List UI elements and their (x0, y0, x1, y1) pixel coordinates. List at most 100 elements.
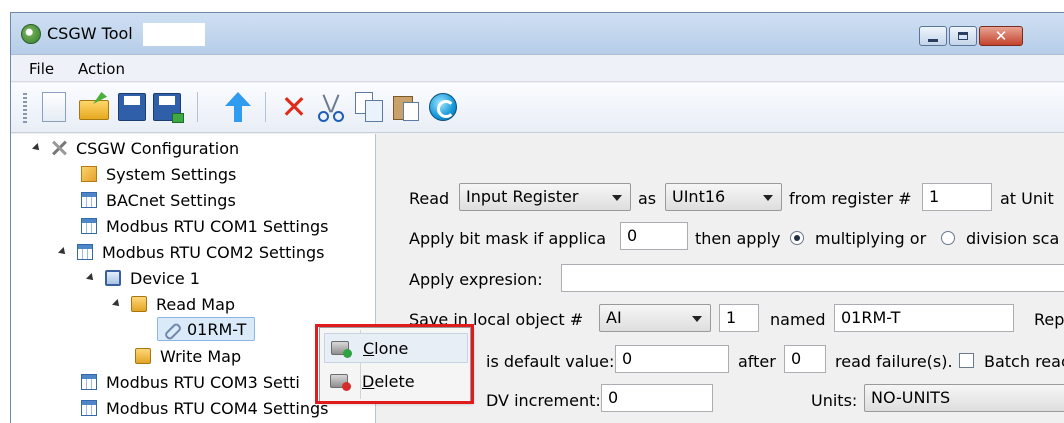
tree-item-01rm-t[interactable]: 01RM-T (157, 317, 256, 341)
tree-item-label: Device 1 (130, 268, 200, 288)
minimize-button[interactable] (919, 26, 947, 46)
collapse-arrow-icon[interactable] (32, 143, 42, 153)
cov-increment-label: DV increment: (486, 391, 601, 410)
delete-label: Delete (362, 371, 415, 391)
collapse-arrow-icon[interactable] (86, 273, 96, 283)
from-register-input[interactable]: 1 (922, 183, 992, 211)
rep-label: Rep (1034, 310, 1064, 329)
batch-read-checkbox[interactable] (959, 353, 974, 368)
grid-icon (81, 218, 97, 234)
paste-icon[interactable] (391, 92, 421, 122)
tree-item-label: Read Map (156, 294, 236, 314)
default-value-input[interactable]: 0 (615, 345, 729, 373)
toolbar-separator (265, 92, 266, 122)
tree-item-label: Write Map (160, 346, 242, 366)
tree-item-bacnet-settings[interactable]: BACnet Settings (81, 188, 236, 212)
delete-x-icon[interactable]: ✕ (279, 91, 309, 123)
maximize-button[interactable] (949, 26, 977, 46)
grid-icon (77, 244, 93, 260)
cov-increment-input[interactable]: 0 (601, 384, 713, 412)
register-type-value: Input Register (466, 187, 579, 206)
refresh-icon[interactable] (429, 93, 457, 121)
tree-item-label: Modbus RTU COM3 Setti (106, 372, 300, 392)
settings-icon (81, 166, 97, 182)
tools-icon (51, 140, 67, 156)
tree-item-label: Modbus RTU COM4 Settings (106, 398, 329, 418)
after-input[interactable]: 0 (784, 345, 826, 373)
map-folder-icon (131, 296, 147, 312)
save-icon[interactable] (118, 93, 146, 121)
menu-action[interactable]: Action (78, 60, 125, 78)
object-type-select[interactable]: AI (599, 304, 711, 332)
chevron-down-icon (692, 316, 702, 322)
link-icon (162, 321, 178, 337)
title-bar: CSGW Tool ✕ (11, 13, 1064, 55)
tree-item-label: Modbus RTU COM1 Settings (106, 216, 329, 236)
clone-label: Clone (363, 338, 409, 358)
tree-root-label: CSGW Configuration (76, 138, 240, 158)
toolbar-grip[interactable] (23, 93, 27, 123)
title-redaction (143, 23, 205, 46)
cut-scissors-icon[interactable] (316, 92, 346, 122)
units-value: NO-UNITS (871, 388, 951, 407)
units-select[interactable]: NO-UNITS (864, 384, 1064, 412)
tree-item-system-settings[interactable]: System Settings (81, 162, 236, 186)
register-properties-form: Read Input Register as UInt16 from regis… (377, 134, 1064, 423)
save-as-icon[interactable] (153, 93, 184, 123)
minimize-icon (928, 38, 938, 42)
upload-arrow-icon[interactable] (223, 92, 253, 122)
units-label: Units: (811, 391, 858, 410)
maximize-icon (958, 32, 968, 40)
tree-item-label: BACnet Settings (106, 190, 236, 210)
menu-file[interactable]: File (29, 60, 54, 78)
menu-bar: File Action (11, 56, 1064, 82)
close-icon: ✕ (994, 26, 1008, 45)
tree-item-label: System Settings (106, 164, 237, 184)
register-type-select[interactable]: Input Register (459, 183, 631, 211)
tree-item-write-map[interactable]: Write Map (135, 344, 241, 368)
close-button[interactable]: ✕ (979, 26, 1023, 46)
toolbar: ✕ (11, 83, 1064, 133)
collapse-arrow-icon[interactable] (112, 299, 122, 309)
map-folder-icon (135, 348, 151, 364)
grid-icon (81, 192, 97, 208)
object-name-input[interactable]: 01RM-T (834, 304, 1014, 332)
after-label: after (738, 352, 776, 371)
device-icon (105, 270, 121, 286)
default-value-label: is default value: (486, 352, 615, 371)
tree-item-rtu-com4[interactable]: Modbus RTU COM4 Settings (81, 396, 328, 420)
object-type-value: AI (606, 308, 622, 327)
expression-input[interactable] (561, 264, 1064, 292)
tree-item-rtu-com1[interactable]: Modbus RTU COM1 Settings (81, 214, 328, 238)
tree-root[interactable]: CSGW Configuration (32, 136, 240, 160)
data-type-select[interactable]: UInt16 (665, 183, 782, 211)
then-apply-label: then apply (695, 229, 781, 248)
toolbar-separator (197, 92, 198, 122)
context-menu-clone[interactable]: Clone (324, 333, 468, 363)
object-number-input[interactable]: 1 (719, 304, 759, 332)
context-menu-delete[interactable]: Delete (324, 366, 468, 396)
batch-read-label: Batch reac (984, 352, 1064, 371)
tree-item-read-map[interactable]: Read Map (112, 292, 236, 316)
collapse-arrow-icon[interactable] (58, 247, 68, 257)
open-folder-icon[interactable] (79, 92, 109, 122)
grid-icon (81, 374, 97, 390)
tree-item-label: 01RM-T (187, 319, 247, 339)
copy-icon[interactable] (355, 92, 385, 122)
chevron-down-icon (612, 195, 622, 201)
clone-icon (331, 341, 352, 358)
app-window: CSGW Tool ✕ File Action ✕ CSGW Configura… (10, 12, 1064, 423)
bitmask-label: Apply bit mask if applica (409, 229, 607, 248)
context-menu: Clone Delete (319, 327, 471, 402)
bitmask-input[interactable]: 0 (620, 222, 688, 250)
tree-item-rtu-com3[interactable]: Modbus RTU COM3 Setti (81, 370, 300, 394)
tree-item-label: Modbus RTU COM2 Settings (102, 242, 325, 262)
multiplying-radio[interactable] (790, 231, 804, 245)
from-register-label: from register # (789, 189, 912, 208)
app-logo-icon (21, 24, 41, 44)
window-title: CSGW Tool (47, 24, 133, 43)
new-file-icon[interactable] (42, 92, 66, 122)
tree-item-device-1[interactable]: Device 1 (86, 266, 200, 290)
tree-item-rtu-com2[interactable]: Modbus RTU COM2 Settings (58, 240, 325, 264)
division-radio[interactable] (941, 231, 955, 245)
